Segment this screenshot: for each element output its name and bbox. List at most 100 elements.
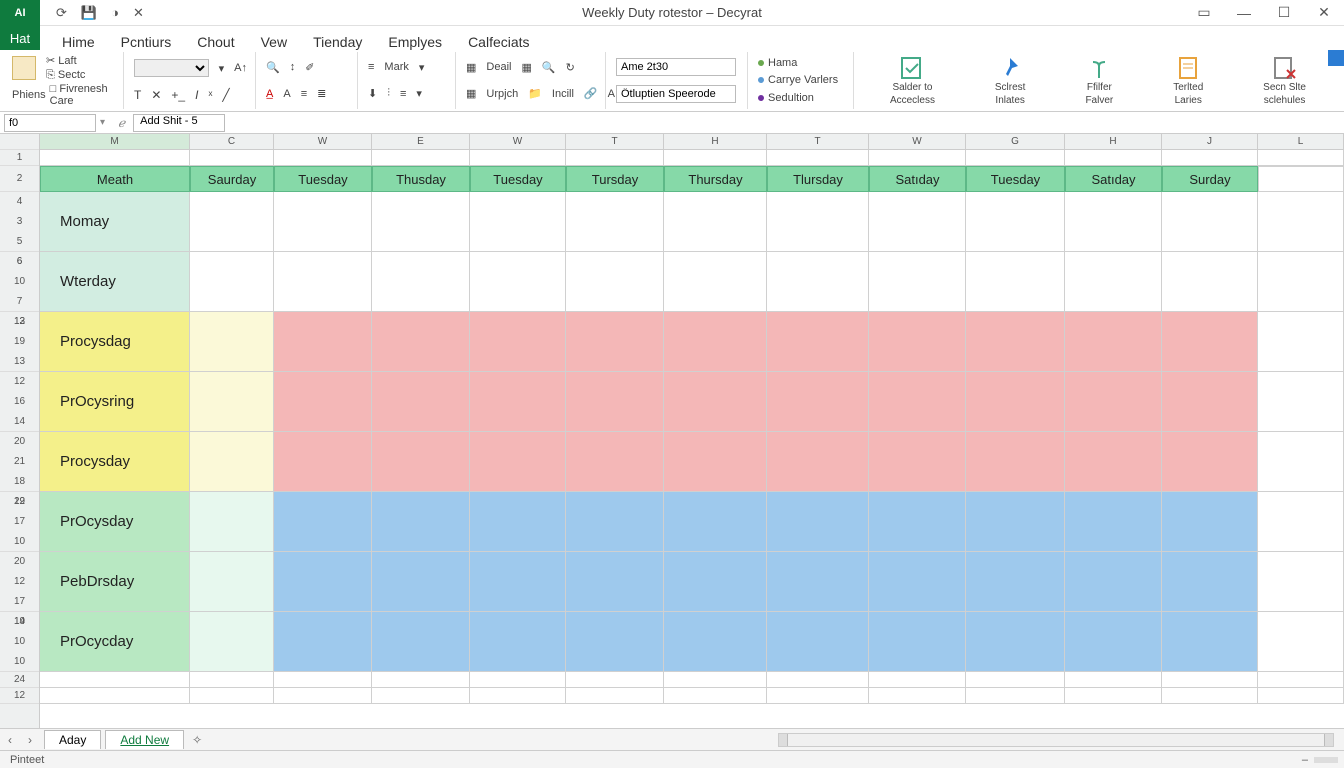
day-header-cell[interactable]: Tursday	[566, 166, 664, 192]
schedule-cell[interactable]	[767, 312, 869, 372]
cell[interactable]	[566, 150, 664, 166]
cell[interactable]	[1065, 688, 1162, 704]
underline-button[interactable]: ˣ	[208, 88, 212, 102]
schedule-cell[interactable]	[274, 192, 372, 252]
cell[interactable]	[40, 150, 190, 166]
cell[interactable]	[966, 672, 1065, 688]
day-header-cell[interactable]: Satıday	[869, 166, 966, 192]
big-btn-1[interactable]: SclrestInlates	[989, 56, 1032, 106]
sheet-tab-2[interactable]: Add New	[105, 730, 184, 749]
more-icon[interactable]: ▾	[416, 87, 422, 100]
schedule-cell[interactable]	[1065, 192, 1162, 252]
font-a[interactable]: A	[283, 88, 290, 100]
close-qat-icon[interactable]: ✕	[133, 5, 144, 21]
paste-icon[interactable]	[12, 56, 36, 80]
col-header[interactable]: T	[767, 134, 869, 149]
seduction-link[interactable]: Sedultion	[758, 92, 845, 104]
schedule-cell[interactable]	[869, 552, 966, 612]
day-header-cell[interactable]: Tuesday	[966, 166, 1065, 192]
schedule-cell[interactable]	[372, 612, 470, 672]
cell[interactable]	[566, 688, 664, 704]
minimize-icon[interactable]: —	[1224, 0, 1264, 26]
row-num-group[interactable]: 131913	[0, 312, 39, 372]
font-size-dd[interactable]: ▾	[219, 62, 225, 75]
tab-nav-right-icon[interactable]: ›	[20, 733, 40, 747]
schedule-cell[interactable]	[1258, 192, 1344, 252]
row-num-group[interactable]: 221710	[0, 492, 39, 552]
name-box[interactable]: f0	[4, 114, 96, 132]
cell[interactable]	[767, 672, 869, 688]
align-dd-icon[interactable]: ▾	[419, 61, 425, 74]
schedule-cell[interactable]	[1162, 492, 1258, 552]
schedule-cell[interactable]	[274, 252, 372, 312]
schedule-cell[interactable]	[767, 492, 869, 552]
schedule-cell[interactable]	[966, 192, 1065, 252]
col-header[interactable]: W	[274, 134, 372, 149]
schedule-cell[interactable]	[566, 552, 664, 612]
zoom-control[interactable]: –	[1302, 754, 1338, 766]
font-family-select[interactable]	[134, 59, 209, 77]
tab-categories[interactable]: Calfeciats	[468, 34, 529, 50]
schedule-cell[interactable]	[1065, 372, 1162, 432]
schedule-cell[interactable]	[470, 252, 566, 312]
cell[interactable]	[190, 688, 274, 704]
cell[interactable]	[1162, 672, 1258, 688]
style-select-1[interactable]	[616, 58, 736, 76]
schedule-cell[interactable]	[566, 612, 664, 672]
schedule-cell[interactable]	[1162, 372, 1258, 432]
schedule-cell[interactable]	[566, 492, 664, 552]
row-num[interactable]: 24	[0, 672, 39, 688]
save-icon[interactable]: 💾	[81, 5, 97, 21]
select-all[interactable]	[0, 134, 39, 150]
qat-icon[interactable]: ⟳	[56, 5, 67, 21]
schedule-cell[interactable]	[664, 192, 767, 252]
format-painter[interactable]: □ Fivrenesh Care	[50, 83, 115, 107]
col-header[interactable]: T	[566, 134, 664, 149]
cell[interactable]	[664, 688, 767, 704]
subscript-icon[interactable]: +_	[171, 88, 185, 102]
row-label-cell[interactable]: Wterday	[40, 252, 190, 312]
schedule-cell[interactable]	[566, 192, 664, 252]
col-header[interactable]: E	[372, 134, 470, 149]
row-num-group[interactable]: 20211819	[0, 432, 39, 492]
schedule-cell[interactable]	[470, 492, 566, 552]
schedule-cell[interactable]	[869, 372, 966, 432]
schedule-cell[interactable]	[566, 312, 664, 372]
schedule-cell[interactable]	[566, 252, 664, 312]
schedule-cell[interactable]	[869, 312, 966, 372]
schedule-cell[interactable]	[1162, 552, 1258, 612]
col-header[interactable]: G	[966, 134, 1065, 149]
sheet-tab-1[interactable]: Aday	[44, 730, 101, 749]
schedule-cell[interactable]	[274, 372, 372, 432]
schedule-cell[interactable]	[1162, 612, 1258, 672]
schedule-cell[interactable]	[664, 372, 767, 432]
schedule-cell[interactable]	[372, 552, 470, 612]
row-num-group[interactable]: 20121719	[0, 552, 39, 612]
schedule-cell[interactable]	[767, 552, 869, 612]
maximize-icon[interactable]: ☐	[1264, 0, 1304, 26]
list-icon[interactable]: ⬇	[368, 87, 377, 100]
schedule-cell[interactable]	[274, 312, 372, 372]
row-num[interactable]: 2	[0, 166, 39, 192]
row-label-cell[interactable]: PrOcysring	[40, 372, 190, 432]
schedule-cell[interactable]	[966, 312, 1065, 372]
schedule-cell[interactable]	[470, 312, 566, 372]
schedule-cell[interactable]	[372, 372, 470, 432]
zoom-out-icon[interactable]: –	[1302, 754, 1308, 766]
schedule-cell[interactable]	[966, 372, 1065, 432]
schedule-cell[interactable]	[664, 552, 767, 612]
schedule-cell[interactable]	[1258, 612, 1344, 672]
schedule-cell[interactable]	[966, 252, 1065, 312]
schedule-cell[interactable]	[566, 372, 664, 432]
horizontal-scrollbar[interactable]	[778, 733, 1334, 747]
cell[interactable]	[1162, 688, 1258, 704]
tab-insert[interactable]: Pcntiurs	[121, 34, 172, 50]
schedule-cell[interactable]	[664, 432, 767, 492]
cell[interactable]	[470, 688, 566, 704]
cell[interactable]	[190, 150, 274, 166]
schedule-cell[interactable]	[664, 312, 767, 372]
schedule-cell[interactable]	[664, 492, 767, 552]
schedule-cell[interactable]	[372, 192, 470, 252]
tab-nav-left-icon[interactable]: ‹	[0, 733, 20, 747]
schedule-cell[interactable]	[966, 432, 1065, 492]
